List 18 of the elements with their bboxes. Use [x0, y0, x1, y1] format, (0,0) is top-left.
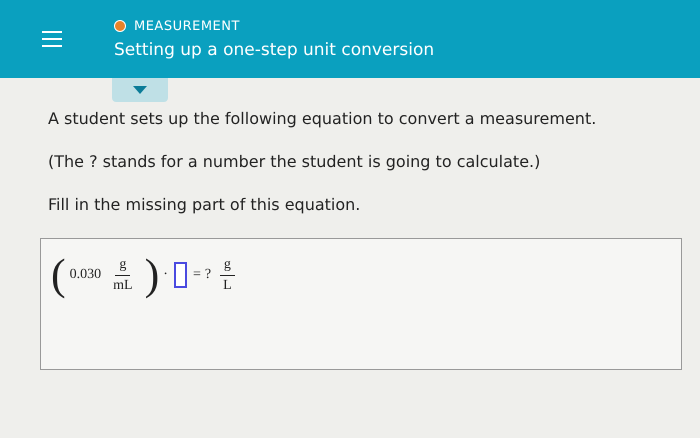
status-dot: [114, 20, 126, 32]
unknown-mark: ?: [204, 267, 212, 283]
unit-fraction: g mL: [112, 256, 134, 294]
question-text: A student sets up the following equation to convert a measurement.: [48, 109, 598, 129]
topic-label: MEASUREMENT: [134, 18, 240, 34]
page-title: Setting up a one-step unit conversion: [114, 40, 434, 60]
input-field[interactable]: [174, 262, 187, 288]
parenthesis: ): [144, 253, 160, 297]
parenthesis: (: [51, 253, 66, 297]
question-text: Fill in the missing part of this equation.: [48, 195, 362, 215]
collapse-tab[interactable]: [112, 78, 168, 102]
number-value: 0.030: [70, 267, 102, 283]
question-text: (The ? stands for a number the student is going to calculate.): [48, 152, 542, 172]
equals-sign: =: [192, 267, 201, 283]
menu-icon[interactable]: [42, 31, 62, 47]
multiply-dot: ·: [163, 267, 168, 283]
caret-icon: [133, 86, 147, 94]
unit-fraction: g L: [219, 256, 236, 294]
